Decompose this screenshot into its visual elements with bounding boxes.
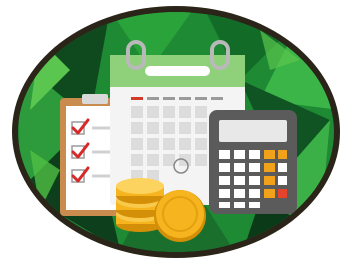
calculator — [209, 110, 297, 214]
finance-illustration — [0, 0, 348, 265]
calculator-screen — [219, 120, 287, 142]
large-coin — [154, 190, 206, 242]
illustration-svg — [12, 6, 340, 258]
